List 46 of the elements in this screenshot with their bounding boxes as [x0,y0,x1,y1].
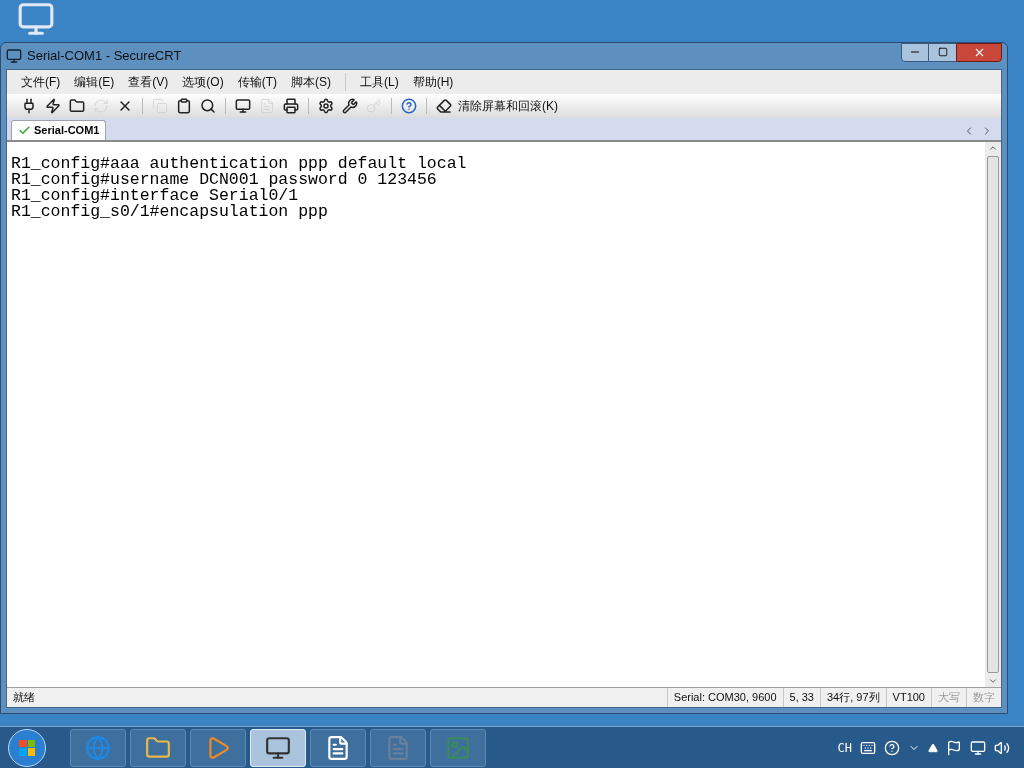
maximize-icon [937,47,948,57]
status-text: 34行, 97列 [820,688,886,707]
terminal-line: R1_config#username DCN001 password 0 123456 [11,172,437,188]
scroll-thumb[interactable] [987,156,999,673]
minimize-button[interactable] [901,42,929,62]
menu-item[interactable]: 文件(F) [21,73,61,91]
close-button[interactable] [956,42,1002,62]
document-icon [325,734,351,761]
document-icon [385,734,411,761]
start-button[interactable] [8,728,46,767]
menu-item[interactable]: 工具(L) [360,73,399,91]
menu-item[interactable]: 查看(V) [128,73,169,91]
menu-item[interactable]: 帮助(H) [412,73,454,91]
vertical-scrollbar[interactable] [985,142,1001,687]
help-icon[interactable] [884,739,900,756]
status-text: 大写 [931,688,966,707]
session-tab[interactable]: Serial-COM1 [11,120,107,140]
keyboard-icon[interactable] [860,739,876,756]
menu-item[interactable]: 选项(O) [182,73,224,91]
terminal-line: R1_config#interface Serial0/1 [11,188,299,204]
monitor-icon [265,734,291,761]
image-icon [445,734,471,761]
flag-icon[interactable] [946,739,962,756]
maximize-button[interactable] [929,42,956,62]
show-hidden-icons-icon[interactable] [928,742,938,753]
taskbar-button[interactable] [310,728,366,767]
check-icon [18,124,31,137]
terminal-line: R1_config#aaa authentication ppp default local [11,156,467,172]
terminal-line: R1_config_s0/1#encapsulation ppp [11,204,328,220]
status-text: Serial: COM30, 9600 [666,688,783,707]
clear-screen-button[interactable]: 清除屏幕和回滚(K) [434,96,560,116]
globe-icon [85,734,111,761]
window-title: Serial-COM1 - SecureCRT [27,47,183,66]
windows-logo-icon [19,739,35,756]
status-text: 5, 33 [782,688,820,707]
language-indicator[interactable]: CH [837,738,852,757]
status-text: 数字 [966,688,1001,707]
menu-item[interactable]: 脚本(S) [291,73,331,91]
folder-icon [145,734,171,761]
app-icon [6,48,22,64]
computer-icon[interactable] [16,0,56,38]
status-text: 就绪 [12,690,36,706]
menu-item[interactable]: 编辑(E) [74,73,115,91]
menu-item[interactable]: 传输(T) [237,73,277,91]
status-text: VT100 [885,688,931,707]
volume-icon[interactable] [994,739,1010,756]
